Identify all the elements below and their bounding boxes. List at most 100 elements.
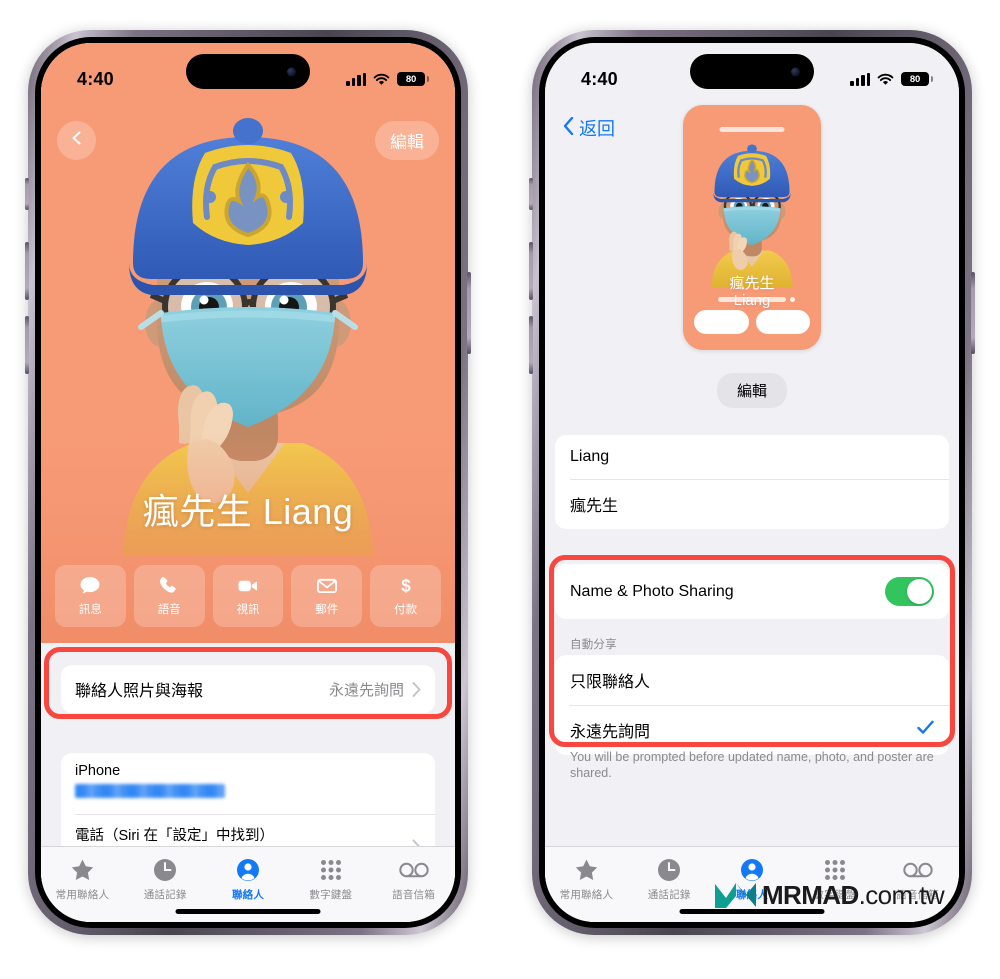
home-indicator[interactable] [175,909,321,914]
contact-poster: 編輯 瘋先生 Liang 訊息 語音 視訊 郵件 $ 付款 [41,43,455,643]
dynamic-island [690,54,814,89]
back-button[interactable] [57,121,96,160]
screen-left: 編輯 瘋先生 Liang 訊息 語音 視訊 郵件 $ 付款 聯絡人照片與海報 永… [41,43,455,922]
tab-favorites[interactable]: 常用聯絡人 [41,856,124,902]
status-time: 4:40 [77,68,114,89]
tab-recents[interactable]: 通話記錄 [628,856,711,902]
quick-actions: 訊息 語音 視訊 郵件 $ 付款 [55,565,441,627]
status-indicators: 80 [346,72,429,86]
option-label: 只限聯絡人 [570,674,651,691]
action-pay[interactable]: $ 付款 [370,565,441,627]
front-camera-icon [287,67,296,76]
battery-icon: 80 [397,72,429,86]
watermark-brand: MRMAD [762,879,859,910]
cellular-bars-icon [346,72,366,86]
poster-button-left [694,310,749,334]
dollar-icon: $ [395,576,417,596]
mrmad-logo-icon [712,878,759,912]
toggle-label: Name & Photo Sharing [570,582,734,600]
back-button[interactable]: 返回 [563,115,615,141]
battery-icon: 80 [901,72,933,86]
auto-share-options-group: 只限聯絡人 永遠先詢問 [555,655,949,755]
battery-level: 80 [909,73,921,85]
volume-up-button[interactable] [529,242,533,300]
tab-recents[interactable]: 通話記錄 [124,856,207,902]
action-button[interactable] [25,178,29,210]
power-button[interactable] [971,272,975,354]
sharing-footnote: You will be prompted before updated name… [570,750,934,780]
field-value: Liang [570,448,610,465]
message-icon [79,576,101,596]
contact-name: 瘋先生 Liang [142,491,354,532]
first-name-field[interactable]: Liang [555,435,949,479]
dynamic-island [186,54,310,89]
back-label: 返回 [579,119,615,139]
action-mail[interactable]: 郵件 [291,565,363,627]
volume-down-button[interactable] [25,316,29,374]
name-photo-sharing-row[interactable]: Name & Photo Sharing [555,564,949,619]
auto-share-section-header: 自動分享 [570,639,617,651]
action-button[interactable] [529,178,533,210]
option-label: 永遠先詢問 [570,724,651,741]
bezel-right: 返回 瘋先生 Liang 編輯 Liang 瘋先生 Name & Photo S… [539,37,965,928]
name-fields-group: Liang 瘋先生 [555,435,949,529]
cellular-bars-icon [850,72,870,86]
name-photo-sharing-toggle[interactable] [885,577,934,606]
clock-icon [657,856,681,883]
row-trailing: 永遠先詢問 [329,679,421,700]
option-always-ask[interactable]: 永遠先詢問 [555,705,949,755]
volume-up-button[interactable] [25,242,29,300]
front-camera-icon [791,67,800,76]
row-label: 聯絡人照片與海報 [75,683,204,700]
iphone-left: 編輯 瘋先生 Liang 訊息 語音 視訊 郵件 $ 付款 聯絡人照片與海報 永… [25,30,471,935]
action-label: 付款 [394,603,418,616]
action-label: 訊息 [78,603,102,616]
memoji-avatar-icon [698,137,806,287]
tab-contacts[interactable]: 聯絡人 [207,856,290,902]
tab-label: 語音信箱 [392,889,435,901]
action-video[interactable]: 視訊 [212,565,284,627]
screen-right: 返回 瘋先生 Liang 編輯 Liang 瘋先生 Name & Photo S… [545,43,959,922]
screenshot-stage: 編輯 瘋先生 Liang 訊息 語音 視訊 郵件 $ 付款 聯絡人照片與海報 永… [0,0,1000,979]
contact-photo-poster-row[interactable]: 聯絡人照片與海報 永遠先詢問 [61,665,435,713]
watermark-text: MRMAD.com.tw [762,879,945,911]
video-icon [237,576,259,596]
tab-favorites[interactable]: 常用聯絡人 [545,856,628,902]
action-message[interactable]: 訊息 [55,565,126,627]
row-label: iPhone [75,763,121,779]
edit-button[interactable]: 編輯 [375,121,439,160]
row-value: 永遠先詢問 [328,681,404,699]
status-indicators: 80 [850,72,933,86]
star-icon [574,856,599,883]
tab-label: 通話記錄 [143,889,187,901]
row-label: 電話（Siri 在「設定」中找到） [75,828,274,844]
volume-down-button[interactable] [529,316,533,374]
name-photo-sharing-screen: 返回 瘋先生 Liang 編輯 Liang 瘋先生 Name & Photo S… [545,43,959,922]
poster-name-line2: Liang [733,292,771,309]
checkmark-icon [917,720,934,740]
chevron-left-icon [563,116,574,140]
option-contacts-only[interactable]: 只限聯絡人 [555,655,949,705]
chevron-right-icon [412,681,421,697]
action-call[interactable]: 語音 [133,565,205,627]
poster-time-placeholder [719,127,785,132]
clock-icon [153,856,177,883]
power-button[interactable] [467,272,471,354]
tab-label: 常用聯絡人 [559,889,614,901]
poster-preview-card[interactable]: 瘋先生 Liang [683,105,821,350]
tab-label: 常用聯絡人 [55,889,110,901]
poster-buttons-placeholder [694,310,810,334]
bezel-left: 編輯 瘋先生 Liang 訊息 語音 視訊 郵件 $ 付款 聯絡人照片與海報 永… [35,37,461,928]
action-label: 語音 [157,603,181,616]
edit-poster-button[interactable]: 編輯 [716,373,788,408]
poster-settings-group: 聯絡人照片與海報 永遠先詢問 [61,665,435,713]
site-watermark: MRMAD.com.tw [712,878,945,912]
name-photo-sharing-group: Name & Photo Sharing [555,564,949,619]
phone-icon [158,576,180,596]
phone-row-iphone[interactable]: iPhone [61,753,435,814]
tab-keypad[interactable]: 數字鍵盤 [289,856,372,902]
tab-voicemail[interactable]: 語音信箱 [372,856,455,902]
last-name-field[interactable]: 瘋先生 [555,479,949,529]
contact-detail-screen: 編輯 瘋先生 Liang 訊息 語音 視訊 郵件 $ 付款 聯絡人照片與海報 永… [41,43,455,922]
poster-name: 瘋先生 Liang [683,275,821,309]
